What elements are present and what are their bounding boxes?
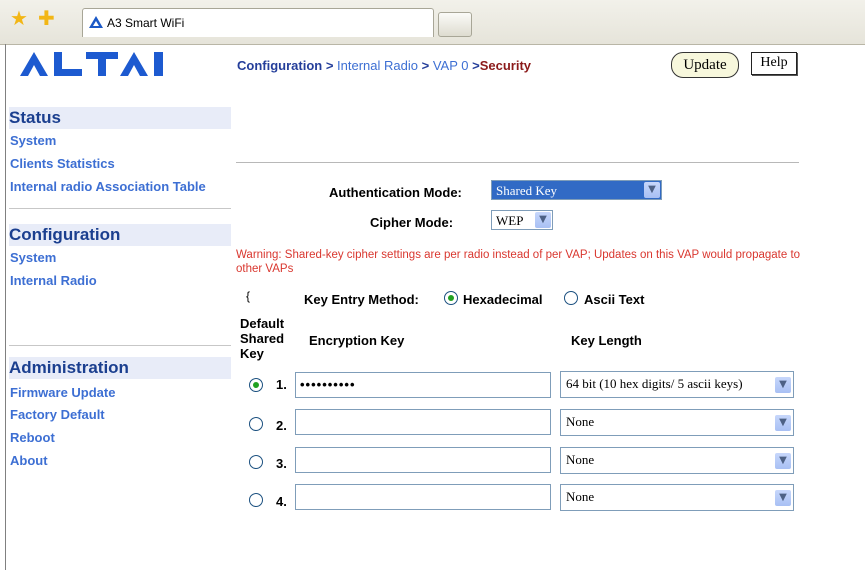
browser-tab-bar: ★ ✚ A3 Smart WiFi — [0, 0, 865, 45]
key-number: 4. — [276, 494, 287, 509]
auth-mode-label: Authentication Mode: — [329, 185, 462, 200]
nav-factory-default[interactable]: Factory Default — [10, 407, 105, 423]
default-key-radio-3[interactable] — [249, 455, 263, 469]
crumb-configuration[interactable]: Configuration — [237, 58, 322, 73]
crumb-vap[interactable]: VAP 0 — [433, 58, 469, 73]
default-key-header: Default Shared Key — [240, 316, 285, 361]
key-number: 1. — [276, 377, 287, 392]
key-length-select-3[interactable]: None ▼ — [560, 447, 794, 474]
status-heading: Status — [9, 107, 231, 129]
administration-heading: Administration — [9, 357, 231, 379]
default-key-radio-2[interactable] — [249, 417, 263, 431]
altai-tab-icon — [89, 16, 103, 28]
nav-firmware-update[interactable]: Firmware Update — [10, 385, 115, 401]
chevron-down-icon: ▼ — [644, 182, 660, 198]
nav-config-system[interactable]: System — [10, 250, 56, 266]
nav-association-table[interactable]: Internal radio Association Table — [10, 179, 206, 195]
key-entry-label: Key Entry Method: — [304, 292, 419, 307]
crumb-internal-radio[interactable]: Internal Radio — [337, 58, 418, 73]
key-number: 3. — [276, 456, 287, 471]
cipher-mode-label: Cipher Mode: — [370, 215, 454, 230]
nav-about[interactable]: About — [10, 453, 48, 469]
browser-tab[interactable]: A3 Smart WiFi — [82, 8, 434, 37]
crumb-security: Security — [479, 58, 532, 73]
nav-clients-statistics[interactable]: Clients Statistics — [10, 156, 115, 172]
tab-title: A3 Smart WiFi — [107, 16, 185, 30]
favorite-star-icon[interactable]: ★ — [10, 9, 28, 29]
default-key-radio-1[interactable] — [249, 378, 263, 392]
new-tab-button[interactable] — [438, 12, 472, 37]
nav-internal-radio[interactable]: Internal Radio — [10, 273, 97, 289]
auth-mode-value: Shared Key — [496, 183, 558, 198]
chevron-down-icon: ▼ — [535, 212, 551, 228]
key-length-select-1[interactable]: 64 bit (10 hex digits/ 5 ascii keys) ▼ — [560, 371, 794, 398]
hexadecimal-radio[interactable] — [444, 291, 458, 305]
cipher-mode-value: WEP — [496, 213, 524, 228]
chevron-down-icon: ▼ — [775, 377, 791, 393]
help-button[interactable]: Help — [751, 52, 797, 75]
configuration-heading: Configuration — [9, 224, 231, 246]
crumb-separator: > — [468, 58, 480, 73]
key-length-value: None — [566, 489, 595, 504]
ascii-text-label: Ascii Text — [584, 292, 645, 307]
key-length-header: Key Length — [571, 333, 642, 348]
encryption-key-header: Encryption Key — [309, 333, 405, 348]
nav-status-system[interactable]: System — [10, 133, 56, 149]
chevron-down-icon: ▼ — [775, 453, 791, 469]
ascii-text-radio[interactable] — [564, 291, 578, 305]
chevron-down-icon: ▼ — [775, 415, 791, 431]
content-divider — [236, 162, 799, 164]
altai-logo — [14, 50, 239, 78]
crumb-separator: > — [322, 58, 338, 73]
breadcrumb: Configuration > Internal Radio > VAP 0 >… — [237, 58, 531, 73]
sidebar-divider — [9, 208, 231, 210]
key-length-value: None — [566, 452, 595, 467]
encryption-key-input-2[interactable] — [295, 409, 551, 435]
cipher-mode-select[interactable]: WEP ▼ — [491, 210, 553, 230]
key-number: 2. — [276, 418, 287, 433]
crumb-separator: > — [418, 58, 433, 73]
encryption-key-input-1[interactable]: •••••••••• — [295, 372, 551, 398]
key-length-select-4[interactable]: None ▼ — [560, 484, 794, 511]
hexadecimal-label: Hexadecimal — [463, 292, 543, 307]
key-length-value: None — [566, 414, 595, 429]
key-length-select-2[interactable]: None ▼ — [560, 409, 794, 436]
key-length-value: 64 bit (10 hex digits/ 5 ascii keys) — [566, 376, 743, 391]
chevron-down-icon: ▼ — [775, 490, 791, 506]
update-button[interactable]: Update — [671, 52, 739, 78]
auth-mode-select[interactable]: Shared Key ▼ — [491, 180, 662, 200]
default-key-radio-4[interactable] — [249, 493, 263, 507]
add-favorite-icon[interactable]: ✚ — [38, 9, 55, 29]
warning-text: Warning: Shared-key cipher settings are … — [236, 249, 801, 275]
nav-reboot[interactable]: Reboot — [10, 430, 55, 446]
sidebar-divider — [9, 345, 231, 347]
encryption-key-input-4[interactable] — [295, 484, 551, 510]
stray-brace: { — [246, 289, 251, 303]
encryption-key-input-3[interactable] — [295, 447, 551, 473]
